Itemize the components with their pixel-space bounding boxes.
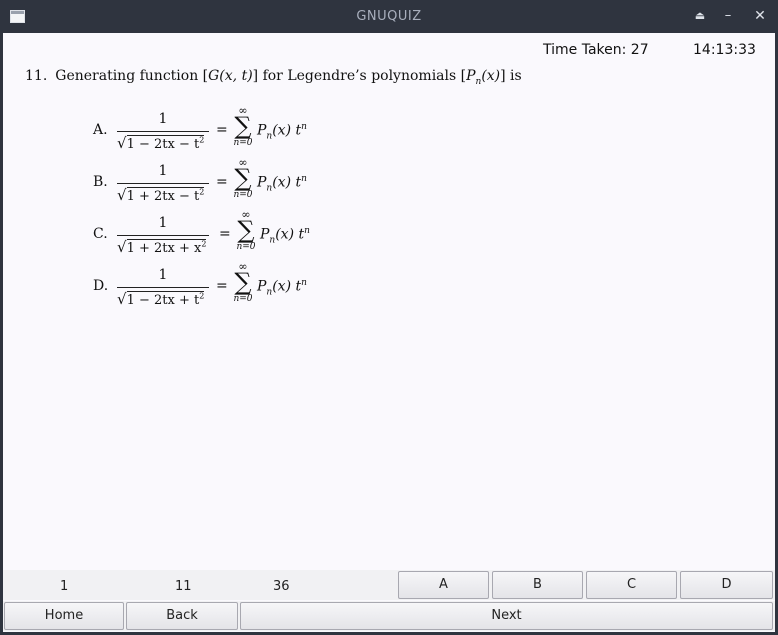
close-icon[interactable]: ✕ [752, 8, 768, 24]
option-a: A. 1 √1 − 2tx − t2 = ∞ ∑ n=0 Pn(x) tn [93, 104, 413, 158]
numerator: 1 [158, 163, 168, 179]
back-button[interactable]: Back [126, 602, 238, 630]
option-letter: A. [93, 122, 108, 138]
radicand: 1 − 2tx + t [126, 293, 200, 308]
option-letter: D. [93, 278, 109, 294]
term-p: P [260, 226, 270, 243]
series-term: Pn(x) tn [260, 226, 310, 245]
sigma-symbol: ∑ [234, 112, 252, 140]
term-arg: (x) t [272, 174, 302, 191]
series-term: Pn(x) tn [257, 122, 307, 141]
equals-sign: = [216, 278, 228, 294]
option-letter: B. [93, 174, 108, 190]
total-questions: 36 [273, 579, 290, 594]
answer-d-button[interactable]: D [680, 571, 773, 599]
time-taken-label: Time Taken: 27 [543, 42, 649, 58]
fraction: 1 √1 − 2tx + t2 [117, 266, 209, 312]
fraction-bar [117, 183, 209, 184]
navigation-bar: Home Back Next [3, 601, 775, 631]
denominator: √1 + 2tx − t2 [117, 186, 205, 204]
option-d: D. 1 √1 − 2tx + t2 = ∞ ∑ n=0 Pn(x) tn [93, 260, 413, 314]
question-text-part: Generating function [ [55, 68, 209, 84]
numerator: 1 [158, 215, 168, 231]
answer-a-button[interactable]: A [398, 571, 489, 599]
series-term: Pn(x) tn [257, 278, 307, 297]
next-button[interactable]: Next [240, 602, 773, 630]
minimize-icon[interactable]: – [720, 8, 736, 24]
question-math-p: P [466, 68, 476, 84]
answer-b-button[interactable]: B [492, 571, 583, 599]
denominator: √1 − 2tx − t2 [117, 134, 205, 152]
question-number-indicator: 11 [175, 579, 192, 594]
eject-icon[interactable]: ⏏ [692, 8, 708, 24]
denominator: √1 + 2tx + x2 [117, 238, 207, 256]
summation: ∞ ∑ n=0 [234, 208, 258, 262]
current-question-index: 1 [60, 579, 69, 594]
option-c: C. 1 √1 + 2tx + x2 = ∞ ∑ n=0 Pn(x) tn [93, 208, 413, 262]
term-exponent: n [301, 122, 307, 132]
sigma-symbol: ∑ [234, 268, 252, 296]
fraction: 1 √1 + 2tx − t2 [117, 162, 209, 208]
fraction-bar [117, 287, 209, 288]
radicand: 1 − 2tx − t [126, 137, 200, 152]
fraction-bar [117, 235, 209, 236]
radicand-exponent: 2 [199, 187, 205, 197]
term-p: P [257, 174, 267, 191]
equals-sign: = [216, 122, 228, 138]
question-number: 11. [25, 68, 48, 84]
sum-lower-limit: n=0 [233, 294, 253, 304]
fraction: 1 √1 − 2tx − t2 [117, 110, 209, 156]
series-term: Pn(x) tn [257, 174, 307, 193]
term-p: P [257, 122, 267, 139]
term-arg: (x) t [272, 122, 302, 139]
question-text-part: ] is [500, 68, 522, 84]
denominator: √1 − 2tx + t2 [117, 290, 205, 308]
summation: ∞ ∑ n=0 [231, 156, 255, 210]
term-arg: (x) t [272, 278, 302, 295]
equals-sign: = [219, 226, 231, 242]
quiz-window-content: Time Taken: 27 14:13:33 11. Generating fu… [3, 33, 775, 632]
question-math-arg: (x) [481, 68, 501, 84]
radicand: 1 + 2tx − t [126, 189, 200, 204]
radicand-exponent: 2 [201, 239, 207, 249]
fraction: 1 √1 + 2tx + x2 [117, 214, 209, 260]
term-arg: (x) t [275, 226, 305, 243]
term-exponent: n [301, 174, 307, 184]
answer-bar: 1 11 36 A B C D [3, 570, 775, 600]
fraction-bar [117, 131, 209, 132]
summation: ∞ ∑ n=0 [231, 104, 255, 158]
term-p: P [257, 278, 267, 295]
radicand: 1 + 2tx + x [126, 241, 202, 256]
numerator: 1 [158, 267, 168, 283]
term-exponent: n [301, 278, 307, 288]
sigma-symbol: ∑ [234, 164, 252, 192]
term-exponent: n [304, 226, 310, 236]
option-letter: C. [93, 226, 108, 242]
question-math-gxt: G(x, t) [208, 68, 253, 84]
radicand-exponent: 2 [199, 135, 205, 145]
sum-lower-limit: n=0 [233, 190, 253, 200]
sigma-symbol: ∑ [237, 216, 255, 244]
option-b: B. 1 √1 + 2tx − t2 = ∞ ∑ n=0 Pn(x) tn [93, 156, 413, 210]
question-text: 11. Generating function [G(x, t)] for Leg… [25, 68, 522, 87]
clock: 14:13:33 [693, 42, 756, 58]
answer-c-button[interactable]: C [586, 571, 677, 599]
window-title: GNUQUIZ [356, 9, 422, 24]
sum-lower-limit: n=0 [236, 242, 256, 252]
home-button[interactable]: Home [4, 602, 124, 630]
question-text-part: ] for Legendre’s polynomials [ [252, 68, 467, 84]
sum-lower-limit: n=0 [233, 138, 253, 148]
title-bar: GNUQUIZ ⏏ – ✕ [0, 0, 778, 33]
equals-sign: = [216, 174, 228, 190]
numerator: 1 [158, 111, 168, 127]
summation: ∞ ∑ n=0 [231, 260, 255, 314]
radicand-exponent: 2 [199, 291, 205, 301]
